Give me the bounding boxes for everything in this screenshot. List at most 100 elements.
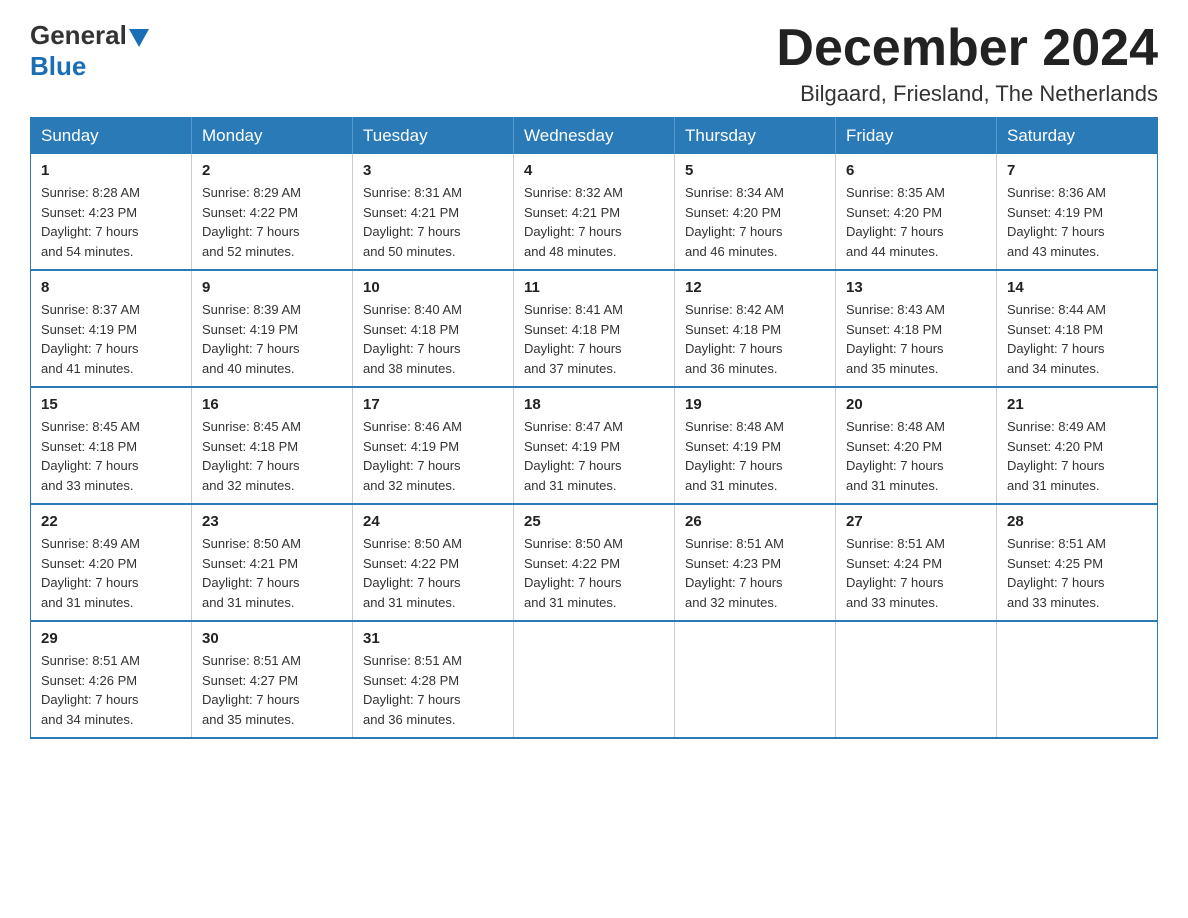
- day-info: Sunrise: 8:49 AMSunset: 4:20 PMDaylight:…: [41, 534, 181, 612]
- day-number: 24: [363, 513, 503, 530]
- day-info: Sunrise: 8:31 AMSunset: 4:21 PMDaylight:…: [363, 183, 503, 261]
- day-number: 29: [41, 630, 181, 647]
- calendar-cell: 16 Sunrise: 8:45 AMSunset: 4:18 PMDayligh…: [192, 387, 353, 504]
- calendar-cell: [997, 621, 1158, 738]
- day-info: Sunrise: 8:51 AMSunset: 4:26 PMDaylight:…: [41, 651, 181, 729]
- day-number: 22: [41, 513, 181, 530]
- calendar-table: SundayMondayTuesdayWednesdayThursdayFrid…: [30, 117, 1158, 739]
- day-number: 1: [41, 162, 181, 179]
- logo-triangle-icon: [129, 29, 149, 47]
- day-number: 18: [524, 396, 664, 413]
- day-info: Sunrise: 8:28 AMSunset: 4:23 PMDaylight:…: [41, 183, 181, 261]
- day-info: Sunrise: 8:37 AMSunset: 4:19 PMDaylight:…: [41, 300, 181, 378]
- calendar-week-row: 22 Sunrise: 8:49 AMSunset: 4:20 PMDayligh…: [31, 504, 1158, 621]
- calendar-title: December 2024: [776, 20, 1158, 77]
- calendar-cell: [675, 621, 836, 738]
- day-info: Sunrise: 8:51 AMSunset: 4:23 PMDaylight:…: [685, 534, 825, 612]
- calendar-cell: 4Sunrise: 8:32 AMSunset: 4:21 PMDaylight…: [514, 154, 675, 270]
- day-number: 7: [1007, 162, 1147, 179]
- calendar-cell: 29 Sunrise: 8:51 AMSunset: 4:26 PMDayligh…: [31, 621, 192, 738]
- day-info: Sunrise: 8:48 AMSunset: 4:19 PMDaylight:…: [685, 417, 825, 495]
- day-info: Sunrise: 8:50 AMSunset: 4:22 PMDaylight:…: [524, 534, 664, 612]
- day-number: 2: [202, 162, 342, 179]
- calendar-cell: 28Sunrise: 8:51 AMSunset: 4:25 PMDayligh…: [997, 504, 1158, 621]
- day-number: 31: [363, 630, 503, 647]
- day-info: Sunrise: 8:36 AMSunset: 4:19 PMDaylight:…: [1007, 183, 1147, 261]
- weekday-header-saturday: Saturday: [997, 118, 1158, 155]
- day-number: 9: [202, 279, 342, 296]
- day-number: 8: [41, 279, 181, 296]
- day-number: 5: [685, 162, 825, 179]
- day-number: 16: [202, 396, 342, 413]
- day-info: Sunrise: 8:45 AMSunset: 4:18 PMDaylight:…: [41, 417, 181, 495]
- day-number: 15: [41, 396, 181, 413]
- weekday-header-wednesday: Wednesday: [514, 118, 675, 155]
- day-info: Sunrise: 8:48 AMSunset: 4:20 PMDaylight:…: [846, 417, 986, 495]
- calendar-cell: 19 Sunrise: 8:48 AMSunset: 4:19 PMDayligh…: [675, 387, 836, 504]
- day-info: Sunrise: 8:49 AMSunset: 4:20 PMDaylight:…: [1007, 417, 1147, 495]
- calendar-cell: 22 Sunrise: 8:49 AMSunset: 4:20 PMDayligh…: [31, 504, 192, 621]
- day-number: 10: [363, 279, 503, 296]
- calendar-week-row: 29 Sunrise: 8:51 AMSunset: 4:26 PMDayligh…: [31, 621, 1158, 738]
- day-info: Sunrise: 8:51 AMSunset: 4:24 PMDaylight:…: [846, 534, 986, 612]
- calendar-cell: 1 Sunrise: 8:28 AMSunset: 4:23 PMDaylight…: [31, 154, 192, 270]
- calendar-cell: 8 Sunrise: 8:37 AMSunset: 4:19 PMDaylight…: [31, 270, 192, 387]
- weekday-header-monday: Monday: [192, 118, 353, 155]
- calendar-cell: [514, 621, 675, 738]
- calendar-cell: 9 Sunrise: 8:39 AMSunset: 4:19 PMDaylight…: [192, 270, 353, 387]
- weekday-header-thursday: Thursday: [675, 118, 836, 155]
- calendar-cell: 21Sunrise: 8:49 AMSunset: 4:20 PMDayligh…: [997, 387, 1158, 504]
- calendar-cell: 12Sunrise: 8:42 AMSunset: 4:18 PMDayligh…: [675, 270, 836, 387]
- calendar-cell: 27 Sunrise: 8:51 AMSunset: 4:24 PMDayligh…: [836, 504, 997, 621]
- day-info: Sunrise: 8:35 AMSunset: 4:20 PMDaylight:…: [846, 183, 986, 261]
- weekday-header-friday: Friday: [836, 118, 997, 155]
- calendar-week-row: 1 Sunrise: 8:28 AMSunset: 4:23 PMDaylight…: [31, 154, 1158, 270]
- day-number: 28: [1007, 513, 1147, 530]
- day-number: 26: [685, 513, 825, 530]
- calendar-cell: 14 Sunrise: 8:44 AMSunset: 4:18 PMDayligh…: [997, 270, 1158, 387]
- day-number: 30: [202, 630, 342, 647]
- calendar-cell: 2Sunrise: 8:29 AMSunset: 4:22 PMDaylight…: [192, 154, 353, 270]
- logo-row1: General: [30, 20, 149, 51]
- day-number: 13: [846, 279, 986, 296]
- calendar-subtitle: Bilgaard, Friesland, The Netherlands: [776, 81, 1158, 107]
- calendar-cell: 5 Sunrise: 8:34 AMSunset: 4:20 PMDaylight…: [675, 154, 836, 270]
- day-info: Sunrise: 8:50 AMSunset: 4:21 PMDaylight:…: [202, 534, 342, 612]
- day-info: Sunrise: 8:44 AMSunset: 4:18 PMDaylight:…: [1007, 300, 1147, 378]
- calendar-cell: 23 Sunrise: 8:50 AMSunset: 4:21 PMDayligh…: [192, 504, 353, 621]
- logo-icon: General Blue: [30, 20, 149, 82]
- calendar-header: SundayMondayTuesdayWednesdayThursdayFrid…: [31, 118, 1158, 155]
- logo-row2: Blue: [30, 51, 86, 82]
- calendar-cell: 20Sunrise: 8:48 AMSunset: 4:20 PMDayligh…: [836, 387, 997, 504]
- logo: General Blue: [30, 20, 149, 82]
- weekday-header-row: SundayMondayTuesdayWednesdayThursdayFrid…: [31, 118, 1158, 155]
- calendar-week-row: 15 Sunrise: 8:45 AMSunset: 4:18 PMDayligh…: [31, 387, 1158, 504]
- page-header: General Blue December 2024 Bilgaard, Fri…: [30, 20, 1158, 107]
- day-info: Sunrise: 8:39 AMSunset: 4:19 PMDaylight:…: [202, 300, 342, 378]
- day-number: 6: [846, 162, 986, 179]
- day-info: Sunrise: 8:51 AMSunset: 4:27 PMDaylight:…: [202, 651, 342, 729]
- calendar-body: 1 Sunrise: 8:28 AMSunset: 4:23 PMDaylight…: [31, 154, 1158, 738]
- day-info: Sunrise: 8:41 AMSunset: 4:18 PMDaylight:…: [524, 300, 664, 378]
- day-number: 19: [685, 396, 825, 413]
- day-number: 23: [202, 513, 342, 530]
- calendar-cell: 7 Sunrise: 8:36 AMSunset: 4:19 PMDaylight…: [997, 154, 1158, 270]
- calendar-cell: 15 Sunrise: 8:45 AMSunset: 4:18 PMDayligh…: [31, 387, 192, 504]
- day-info: Sunrise: 8:43 AMSunset: 4:18 PMDaylight:…: [846, 300, 986, 378]
- day-number: 27: [846, 513, 986, 530]
- title-block: December 2024 Bilgaard, Friesland, The N…: [776, 20, 1158, 107]
- day-number: 14: [1007, 279, 1147, 296]
- day-number: 25: [524, 513, 664, 530]
- day-info: Sunrise: 8:50 AMSunset: 4:22 PMDaylight:…: [363, 534, 503, 612]
- day-info: Sunrise: 8:46 AMSunset: 4:19 PMDaylight:…: [363, 417, 503, 495]
- day-number: 11: [524, 279, 664, 296]
- calendar-cell: 25 Sunrise: 8:50 AMSunset: 4:22 PMDayligh…: [514, 504, 675, 621]
- day-info: Sunrise: 8:34 AMSunset: 4:20 PMDaylight:…: [685, 183, 825, 261]
- calendar-cell: 17Sunrise: 8:46 AMSunset: 4:19 PMDayligh…: [353, 387, 514, 504]
- calendar-cell: 13 Sunrise: 8:43 AMSunset: 4:18 PMDayligh…: [836, 270, 997, 387]
- calendar-cell: 3Sunrise: 8:31 AMSunset: 4:21 PMDaylight…: [353, 154, 514, 270]
- day-info: Sunrise: 8:51 AMSunset: 4:28 PMDaylight:…: [363, 651, 503, 729]
- day-info: Sunrise: 8:45 AMSunset: 4:18 PMDaylight:…: [202, 417, 342, 495]
- weekday-header-sunday: Sunday: [31, 118, 192, 155]
- logo-general-text: General: [30, 20, 127, 51]
